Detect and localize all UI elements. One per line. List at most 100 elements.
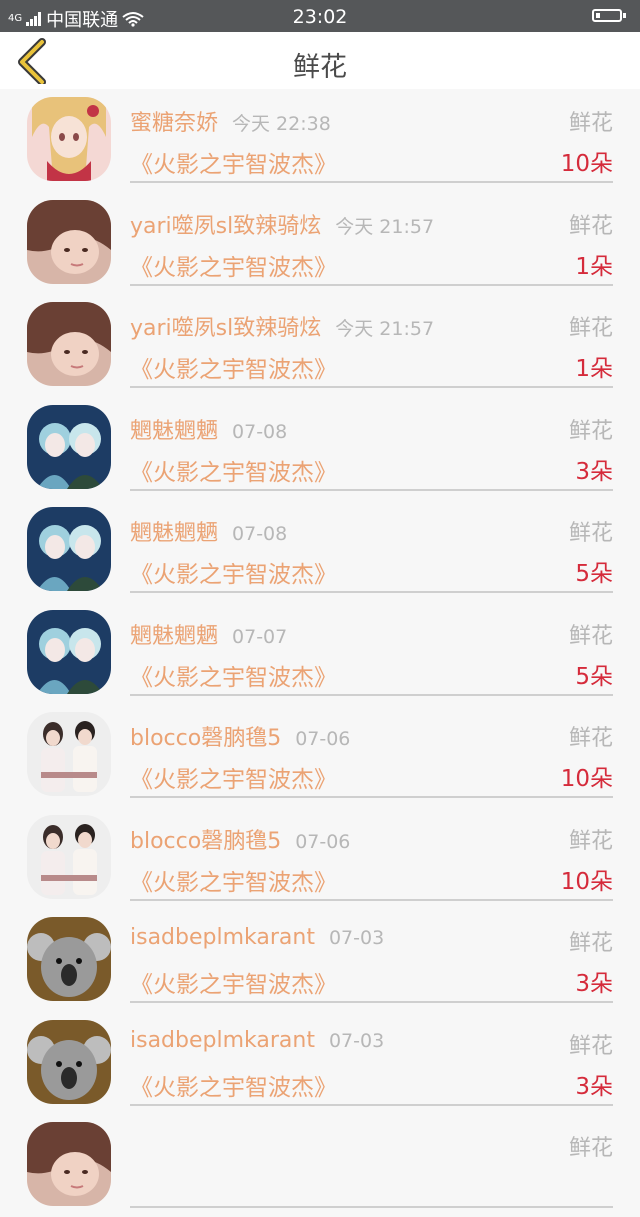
book-title[interactable]: 《火影之宇智波杰》: [130, 453, 337, 487]
flower-count: 1朵: [575, 356, 613, 382]
avatar[interactable]: [27, 610, 111, 694]
book-title[interactable]: 《火影之宇智波杰》: [130, 965, 337, 999]
avatar[interactable]: [27, 405, 111, 489]
avatar[interactable]: [27, 97, 111, 181]
gift-type-label: 鲜花: [568, 1136, 613, 1161]
gift-type-label: 鲜花: [568, 521, 613, 546]
row-divider: [130, 693, 613, 696]
record-time: 07-06: [295, 830, 351, 853]
list-item[interactable]: 魍魅魍魉 07-08 鲜花《火影之宇智波杰》 5朵: [0, 499, 640, 602]
flower-record-list: 蜜糖奈娇 今天 22:38 鲜花 《火影之宇智波杰》 10朵 yari噬夙sl致辣骑炫 今天…: [0, 89, 640, 1217]
record-meta: blocco磬朒氇5 07-06: [130, 823, 350, 855]
record-meta: 魍魅魍魉 07-08: [130, 515, 287, 547]
gift-type-label: 鲜花: [568, 213, 613, 239]
record-meta: isadbeplmkarant 07-03: [130, 925, 384, 950]
row-divider: [130, 1206, 613, 1208]
status-time: 23:02: [292, 6, 348, 28]
avatar[interactable]: [27, 712, 111, 796]
flower-count: 10朵: [560, 151, 613, 177]
book-title[interactable]: 《火影之宇智波杰》: [130, 248, 337, 282]
row-divider: [130, 898, 613, 901]
nav-bar: 鲜花: [0, 32, 640, 89]
row-divider: [130, 386, 613, 388]
page-title: 鲜花: [293, 52, 347, 83]
list-item[interactable]: 蜜糖奈娇 今天 22:38 鲜花《火影之宇智波杰》 10朵: [0, 89, 640, 192]
user-name[interactable]: blocco磬朒氇5: [130, 726, 281, 751]
flower-count: 3朵: [575, 458, 613, 485]
record-meta: blocco磬朒氇5 07-06: [130, 720, 350, 752]
row-divider: [130, 283, 613, 286]
flower-count: 3朵: [575, 1073, 613, 1100]
record-time: 今天 21:57: [335, 318, 435, 340]
record-meta: 蜜糖奈娇 今天 22:38: [130, 105, 331, 137]
avatar[interactable]: [27, 200, 111, 284]
user-name[interactable]: yari噬夙sl致辣骑炫: [130, 316, 321, 341]
flower-count: 10朵: [560, 766, 613, 792]
list-item[interactable]: isadbeplmkarant 07-03 鲜花《火影之宇智波杰》 3朵: [0, 909, 640, 1012]
list-item[interactable]: 鲜花: [0, 1114, 640, 1217]
gift-type-label: 鲜花: [568, 931, 613, 956]
flower-count: 5朵: [575, 663, 613, 690]
user-name[interactable]: 魍魅魍魉: [130, 521, 218, 546]
back-chevron-icon[interactable]: [12, 38, 56, 84]
book-title[interactable]: 《火影之宇智波杰》: [130, 145, 337, 179]
avatar[interactable]: [27, 815, 111, 899]
flower-count: 1朵: [575, 253, 613, 280]
record-meta: [130, 1130, 144, 1155]
status-bar: 4G 中国联通 23:02: [0, 0, 640, 32]
user-name[interactable]: blocco磬朒氇5: [130, 829, 281, 854]
record-meta: isadbeplmkarant 07-03: [130, 1028, 384, 1053]
record-time: 07-08: [232, 420, 288, 443]
record-time: 今天 21:57: [335, 215, 435, 238]
row-divider: [130, 591, 613, 593]
user-name[interactable]: 魍魅魍魉: [130, 624, 218, 649]
avatar[interactable]: [27, 917, 111, 1001]
user-name[interactable]: yari噬夙sl致辣骑炫: [130, 214, 321, 239]
user-name[interactable]: isadbeplmkarant: [130, 925, 315, 950]
avatar[interactable]: [27, 302, 111, 386]
gift-type-label: 鲜花: [568, 111, 613, 136]
book-title[interactable]: 《火影之宇智波杰》: [130, 350, 337, 384]
record-time: 07-03: [328, 1029, 385, 1052]
flower-count: 5朵: [575, 561, 613, 587]
gift-type-label: 鲜花: [568, 726, 613, 751]
row-divider: [130, 181, 613, 183]
record-meta: 魍魅魍魉 07-07: [130, 618, 287, 650]
user-name[interactable]: 蜜糖奈娇: [130, 111, 218, 136]
list-item[interactable]: 魍魅魍魉 07-07 鲜花《火影之宇智波杰》 5朵: [0, 602, 640, 705]
gift-type-label: 鲜花: [568, 418, 613, 444]
book-title[interactable]: 《火影之宇智波杰》: [130, 863, 337, 897]
record-time: 今天 22:38: [232, 113, 331, 135]
row-divider: [130, 796, 613, 798]
record-meta: yari噬夙sl致辣骑炫 今天 21:57: [130, 208, 434, 240]
list-item[interactable]: yari噬夙sl致辣骑炫 今天 21:57 鲜花《火影之宇智波杰》 1朵: [0, 192, 640, 295]
list-item[interactable]: yari噬夙sl致辣骑炫 今天 21:57 鲜花《火影之宇智波杰》 1朵: [0, 294, 640, 397]
list-item[interactable]: 魍魅魍魉 07-08 鲜花《火影之宇智波杰》 3朵: [0, 397, 640, 500]
flower-count: 3朵: [575, 971, 613, 997]
list-item[interactable]: isadbeplmkarant 07-03 鲜花《火影之宇智波杰》 3朵: [0, 1012, 640, 1115]
row-divider: [130, 1001, 613, 1003]
user-name[interactable]: isadbeplmkarant: [130, 1028, 315, 1053]
row-divider: [130, 488, 613, 491]
gift-type-label: 鲜花: [568, 1033, 613, 1059]
avatar[interactable]: [27, 1122, 111, 1206]
user-name[interactable]: 魍魅魍魉: [130, 419, 218, 444]
gift-type-label: 鲜花: [568, 316, 613, 341]
list-item[interactable]: blocco磬朒氇5 07-06 鲜花 《火影之宇智波杰》 10朵: [0, 807, 640, 910]
book-title[interactable]: 《火影之宇智波杰》: [130, 658, 337, 692]
flower-count: 10朵: [560, 868, 613, 895]
record-time: 07-06: [295, 728, 351, 750]
list-item[interactable]: blocco磬朒氇5 07-06 鲜花《火影之宇智波杰》 10朵: [0, 704, 640, 807]
book-title[interactable]: 《火影之宇智波杰》: [130, 760, 337, 794]
record-meta: yari噬夙sl致辣骑炫 今天 21:57: [130, 310, 434, 342]
book-title[interactable]: 《火影之宇智波杰》: [130, 1068, 337, 1102]
gift-type-label: 鲜花: [568, 623, 613, 649]
record-time: 07-07: [232, 625, 288, 648]
row-divider: [130, 1103, 613, 1106]
battery-icon: [592, 9, 626, 22]
record-time: 07-03: [328, 927, 385, 949]
avatar[interactable]: [27, 1020, 111, 1104]
record-meta: 魍魅魍魉 07-08: [130, 413, 287, 445]
book-title[interactable]: 《火影之宇智波杰》: [130, 555, 337, 589]
avatar[interactable]: [27, 507, 111, 591]
